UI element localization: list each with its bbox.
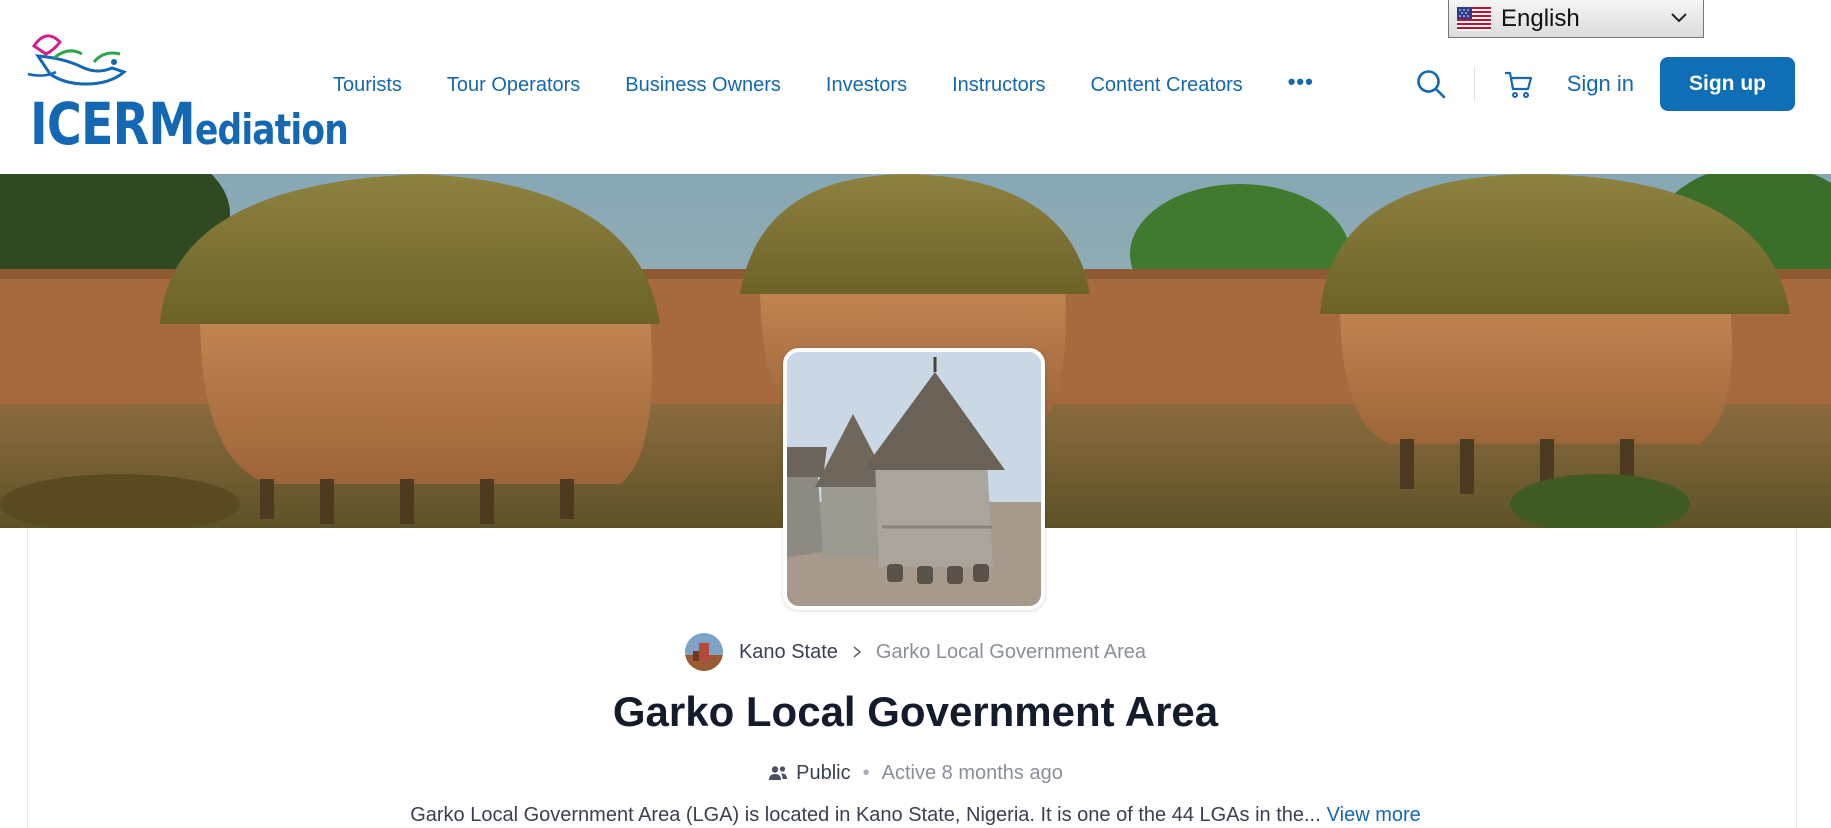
page-title: Garko Local Government Area [612,688,1219,735]
us-flag-icon [1457,6,1491,31]
group-meta: Public • Active 8 months ago [0,758,1831,788]
chevron-down-icon [1671,13,1687,23]
breadcrumb-parent-link[interactable]: Kano State [739,641,838,664]
view-more-link[interactable]: View more [1327,804,1421,826]
meta-separator: • [862,761,870,784]
logo-text-big: ICERM [30,90,196,158]
language-selected: English [1501,4,1580,32]
chevron-right-icon [853,646,862,658]
description-text: Garko Local Government Area (LGA) is loc… [410,804,1321,826]
nav-item-tourists[interactable]: Tourists [333,74,402,97]
nav-item-investors[interactable]: Investors [826,74,907,97]
main-nav: Tourists Tour Operators Business Owners … [333,69,1314,100]
cart-icon[interactable] [1503,69,1533,99]
site-header: ICERMediation Tourists Tour Operators Bu… [0,0,1831,174]
nav-item-business-owners[interactable]: Business Owners [625,74,781,97]
nav-item-tour-operators[interactable]: Tour Operators [447,74,580,97]
group-description: Garko Local Government Area (LGA) is loc… [0,804,1831,827]
logo-wordmark: ICERMediation [30,90,349,158]
group-avatar [783,348,1045,610]
icermediation-logo[interactable]: ICERMediation [24,28,349,158]
search-icon[interactable] [1416,69,1446,99]
header-actions: Sign in Sign up [1416,57,1795,111]
logo-text-small: ediation [194,105,349,154]
sign-up-button[interactable]: Sign up [1660,57,1795,111]
parent-group-avatar[interactable] [684,633,723,671]
dove-logo-icon [27,34,127,86]
language-selector[interactable]: English [1448,0,1704,38]
users-icon [769,766,788,780]
nav-more-button[interactable]: ••• [1288,69,1314,95]
last-active: Active 8 months ago [881,761,1063,784]
nav-item-content-creators[interactable]: Content Creators [1090,74,1242,97]
header-divider [1473,66,1475,102]
nav-item-instructors[interactable]: Instructors [952,74,1045,97]
privacy-status: Public [796,761,851,784]
breadcrumb-current: Garko Local Government Area [875,640,1147,663]
sign-in-link[interactable]: Sign in [1567,71,1634,97]
breadcrumb: Kano State Garko Local Government Area [0,632,1831,672]
